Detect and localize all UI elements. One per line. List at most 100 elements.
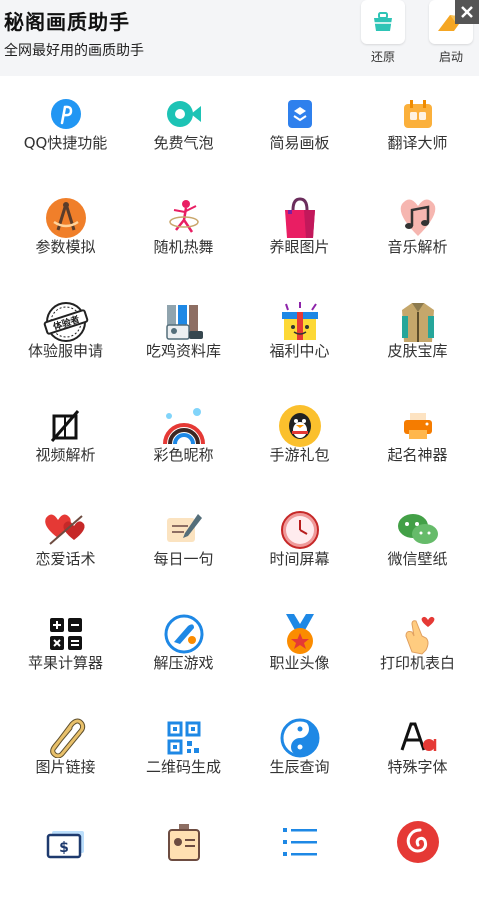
grid-item-eye-candy[interactable]: 养眼图片 bbox=[240, 182, 359, 286]
gamepad-icon bbox=[160, 610, 208, 658]
grid-item-naming-tool[interactable]: 起名神器 bbox=[358, 390, 477, 494]
trial-stamp-icon: 体验者 bbox=[42, 298, 90, 346]
grid-item-qq-shortcut[interactable]: QQ快捷功能 bbox=[6, 78, 125, 182]
dollar-bill-icon: $ bbox=[42, 818, 90, 866]
music-note-icon bbox=[394, 194, 442, 242]
grid-item-music-parse[interactable]: 音乐解析 bbox=[358, 182, 477, 286]
jacket-icon bbox=[394, 298, 442, 346]
grid-item-label: 皮肤宝库 bbox=[387, 342, 448, 360]
header-bar: 秘阁画质助手 全网最好用的画质助手 还原 启动 bbox=[0, 0, 479, 76]
grid-item-label: 福利中心 bbox=[269, 342, 330, 360]
grid-item-label: 养眼图片 bbox=[269, 238, 330, 256]
qq-shortcut-icon bbox=[42, 90, 90, 138]
grid-item-label: 二维码生成 bbox=[145, 758, 221, 776]
sketchpad-icon bbox=[276, 90, 324, 138]
grid-item-printer-confess[interactable]: 打印机表白 bbox=[358, 598, 477, 702]
grid-item-career-avatar[interactable]: 职业头像 bbox=[240, 598, 359, 702]
grid-item-id-badge[interactable] bbox=[124, 806, 243, 910]
grid-item-label: QQ快捷功能 bbox=[23, 134, 108, 152]
grid-item-label: 参数模拟 bbox=[35, 238, 96, 256]
restore-label: 还原 bbox=[370, 50, 395, 64]
grid-item-random-dance[interactable]: 随机热舞 bbox=[124, 182, 243, 286]
qrcode-icon bbox=[160, 714, 208, 762]
grid-item-label: 苹果计算器 bbox=[27, 654, 103, 672]
grid-item-welfare-center[interactable]: 福利中心 bbox=[240, 286, 359, 390]
grid-item-label: 翻译大师 bbox=[387, 134, 448, 152]
grid-item-label: 吃鸡资料库 bbox=[145, 342, 221, 360]
paperclip-icon bbox=[42, 714, 90, 762]
grid-item-label: 时间屏幕 bbox=[269, 550, 330, 568]
grid-item-label: 职业头像 bbox=[269, 654, 330, 672]
grid-item-label: 图片链接 bbox=[35, 758, 96, 776]
grid-item-label: 打印机表白 bbox=[379, 654, 455, 672]
grid-item-label: 音乐解析 bbox=[387, 238, 448, 256]
grid-item-skin-vault[interactable]: 皮肤宝库 bbox=[358, 286, 477, 390]
grid-item-label: 解压游戏 bbox=[153, 654, 214, 672]
grid-item-video-parse[interactable]: 视频解析 bbox=[6, 390, 125, 494]
grid-item-label: 简易画板 bbox=[269, 134, 330, 152]
grid-item-label: 每日一句 bbox=[153, 550, 214, 568]
basket-icon bbox=[361, 0, 405, 44]
grid-item-label: 视频解析 bbox=[35, 446, 96, 464]
grid-item-label: 免费气泡 bbox=[153, 134, 214, 152]
grid-item-love-talk[interactable]: 恋爱话术 bbox=[6, 494, 125, 598]
app-title: 秘阁画质助手 bbox=[4, 10, 130, 34]
grid-item-wechat-wallpaper[interactable]: 微信壁纸 bbox=[358, 494, 477, 598]
list-icon bbox=[276, 818, 324, 866]
grid-item-special-font[interactable]: 特殊字体 bbox=[358, 702, 477, 806]
penguin-icon bbox=[276, 402, 324, 450]
grid-item-label: 随机热舞 bbox=[153, 238, 214, 256]
grid-item-label: 恋爱话术 bbox=[35, 550, 96, 568]
grid-item-param-sim[interactable]: 参数模拟 bbox=[6, 182, 125, 286]
grid-item-daily-quote[interactable]: 每日一句 bbox=[124, 494, 243, 598]
yin-yang-icon bbox=[276, 714, 324, 762]
note-pen-icon bbox=[160, 506, 208, 554]
svg-text:$: $ bbox=[59, 840, 69, 856]
close-icon[interactable] bbox=[455, 0, 479, 24]
printer-icon bbox=[394, 402, 442, 450]
shopping-bag-icon bbox=[276, 194, 324, 242]
calculator-icon bbox=[42, 610, 90, 658]
app-subtitle: 全网最好用的画质助手 bbox=[4, 43, 144, 59]
translate-icon bbox=[394, 90, 442, 138]
grid-item-trial-server[interactable]: 体验者 体验服申请 bbox=[6, 286, 125, 390]
grid-item-time-screen[interactable]: 时间屏幕 bbox=[240, 494, 359, 598]
grid-item-dollar-bill[interactable]: $ bbox=[6, 806, 125, 910]
rainbow-icon bbox=[160, 402, 208, 450]
grid-item-label: 手游礼包 bbox=[269, 446, 330, 464]
grid-item-label: 生辰查询 bbox=[269, 758, 330, 776]
finger-heart-icon bbox=[394, 610, 442, 658]
grid-item-pubg-library[interactable]: 吃鸡资料库 bbox=[124, 286, 243, 390]
medal-icon bbox=[276, 610, 324, 658]
library-icon bbox=[160, 298, 208, 346]
grid-item-game-gift[interactable]: 手游礼包 bbox=[240, 390, 359, 494]
grid-item-label: 起名神器 bbox=[387, 446, 448, 464]
grid-item-stress-game[interactable]: 解压游戏 bbox=[124, 598, 243, 702]
grid-item-color-nickname[interactable]: 彩色昵称 bbox=[124, 390, 243, 494]
video-off-icon bbox=[42, 402, 90, 450]
grid-item-apple-calculator[interactable]: 苹果计算器 bbox=[6, 598, 125, 702]
grid-item-netease-music[interactable] bbox=[358, 806, 477, 910]
launch-label: 启动 bbox=[438, 50, 463, 64]
clock-icon bbox=[276, 506, 324, 554]
grid-item-label: 彩色昵称 bbox=[153, 446, 214, 464]
bubble-icon bbox=[160, 90, 208, 138]
hearts-icon bbox=[42, 506, 90, 554]
compass-icon bbox=[42, 194, 90, 242]
dancer-icon bbox=[160, 194, 208, 242]
grid-item-qr-generate[interactable]: 二维码生成 bbox=[124, 702, 243, 806]
font-icon bbox=[394, 714, 442, 762]
id-badge-icon bbox=[160, 818, 208, 866]
grid-item-birth-query[interactable]: 生辰查询 bbox=[240, 702, 359, 806]
wechat-icon bbox=[394, 506, 442, 554]
grid-item-list[interactable] bbox=[240, 806, 359, 910]
restore-button[interactable]: 还原 bbox=[359, 0, 407, 70]
grid-item-translate[interactable]: 翻译大师 bbox=[358, 78, 477, 182]
grid-item-sketchpad[interactable]: 简易画板 bbox=[240, 78, 359, 182]
gift-box-icon bbox=[276, 298, 324, 346]
grid-item-label: 微信壁纸 bbox=[387, 550, 448, 568]
grid-item-label: 体验服申请 bbox=[27, 342, 103, 360]
netease-music-icon bbox=[394, 818, 442, 866]
grid-item-free-bubble[interactable]: 免费气泡 bbox=[124, 78, 243, 182]
grid-item-image-link[interactable]: 图片链接 bbox=[6, 702, 125, 806]
